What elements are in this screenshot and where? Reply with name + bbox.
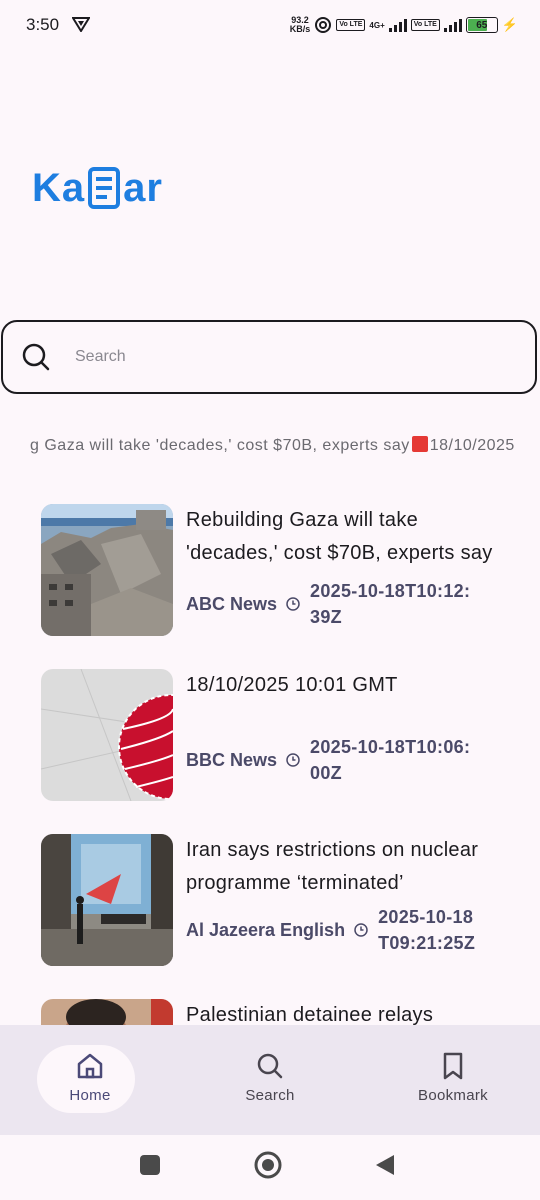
network-speed: 93.2 KB/s (290, 16, 311, 34)
news-title[interactable]: 18/10/2025 10:01 GMT (186, 669, 501, 702)
logo-text-prefix: Ka (32, 165, 86, 210)
red-square-icon (411, 436, 428, 452)
recents-button[interactable] (138, 1153, 162, 1177)
news-date: 2025-10-18T10:06: 00Z (310, 734, 470, 786)
nav-bookmark[interactable]: Bookmark (403, 1045, 503, 1115)
status-time: 3:50 (26, 15, 60, 34)
news-thumbnail (41, 669, 173, 801)
battery-level: 65 (476, 19, 488, 31)
search-icon (257, 1053, 283, 1079)
bottom-navigation: Home Search Bookmark (0, 1025, 540, 1135)
home-button[interactable] (253, 1150, 283, 1180)
news-title[interactable]: Iran says restrictions on nuclear progra… (186, 834, 501, 900)
sim2-volte-badge: Vo LTE (410, 19, 440, 31)
nav-home[interactable]: Home (37, 1045, 140, 1115)
news-date-line2: 39Z (310, 607, 342, 627)
speed-unit: KB/s (289, 24, 311, 34)
search-icon (22, 343, 50, 371)
news-date: 2025-10-18T10:12: 39Z (310, 578, 470, 630)
news-thumbnail (41, 999, 173, 1025)
hotspot-icon (315, 17, 332, 33)
search-input[interactable] (73, 347, 497, 367)
news-list[interactable]: Rebuilding Gaza will take 'decades,' cos… (0, 500, 540, 1025)
search-bar[interactable] (1, 320, 537, 394)
news-date-line1: 2025-10-18 (378, 907, 474, 927)
news-title[interactable]: Palestinian detainee relays (186, 999, 501, 1025)
nav-home-label: Home (69, 1087, 111, 1104)
sim2-signal-icon (443, 18, 462, 32)
news-date-line1: 2025-10-18T10:12: (310, 581, 471, 601)
nav-search-label: Search (245, 1087, 295, 1104)
ticker-text-next: 18/10/2025 (429, 437, 515, 454)
news-item[interactable]: Palestinian detainee relays (41, 995, 511, 1025)
sim1-network-type: 4G+ (369, 20, 385, 30)
battery-icon: 65 (465, 17, 498, 33)
home-icon (77, 1053, 103, 1079)
news-meta: ABC News 2025-10-18T10:12: 39Z (186, 578, 470, 630)
news-thumbnail (41, 504, 173, 636)
news-date-line2: T09:21:25Z (378, 933, 476, 953)
bookmark-icon (443, 1052, 463, 1080)
clock-icon (286, 597, 300, 611)
vpn-shield-icon (72, 17, 90, 32)
news-date-line1: 2025-10-18T10:06: (310, 737, 471, 757)
news-thumbnail (41, 834, 173, 966)
news-source: BBC News (186, 749, 278, 770)
ticker-text: g Gaza will take 'decades,' cost $70B, e… (30, 437, 410, 454)
news-source: Al Jazeera English (186, 919, 346, 940)
news-title[interactable]: Rebuilding Gaza will take 'decades,' cos… (186, 504, 501, 570)
back-button[interactable] (372, 1153, 396, 1177)
news-meta: Al Jazeera English 2025-10-18 T09:21:25Z (186, 904, 475, 956)
document-icon (88, 167, 121, 209)
news-item[interactable]: Rebuilding Gaza will take 'decades,' cos… (41, 500, 511, 636)
clock-icon (354, 923, 368, 937)
system-navigation-bar (0, 1135, 540, 1200)
news-source: ABC News (186, 593, 278, 614)
status-bar: 3:50 93.2 KB/s Vo LTE 4G+ Vo LTE 65 ⚡ (0, 0, 540, 50)
news-meta: BBC News 2025-10-18T10:06: 00Z (186, 734, 470, 786)
headline-ticker[interactable]: g Gaza will take 'decades,' cost $70B, e… (30, 436, 540, 458)
sim1-volte-badge: Vo LTE (336, 19, 366, 31)
clock-icon (286, 753, 300, 767)
status-indicators: 93.2 KB/s Vo LTE 4G+ Vo LTE 65 ⚡ (290, 14, 518, 36)
news-date-line2: 00Z (310, 763, 342, 783)
news-item[interactable]: Iran says restrictions on nuclear progra… (41, 830, 511, 966)
news-date: 2025-10-18 T09:21:25Z (378, 904, 475, 956)
app-logo: Ka ar (32, 160, 163, 216)
nav-bookmark-label: Bookmark (418, 1087, 488, 1104)
news-item[interactable]: 18/10/2025 10:01 GMT BBC News 2025-10-18… (41, 665, 511, 801)
logo-text-suffix: ar (123, 165, 163, 210)
charging-icon: ⚡ (501, 17, 518, 32)
nav-search[interactable]: Search (220, 1045, 320, 1115)
sim1-signal-icon (388, 18, 407, 32)
